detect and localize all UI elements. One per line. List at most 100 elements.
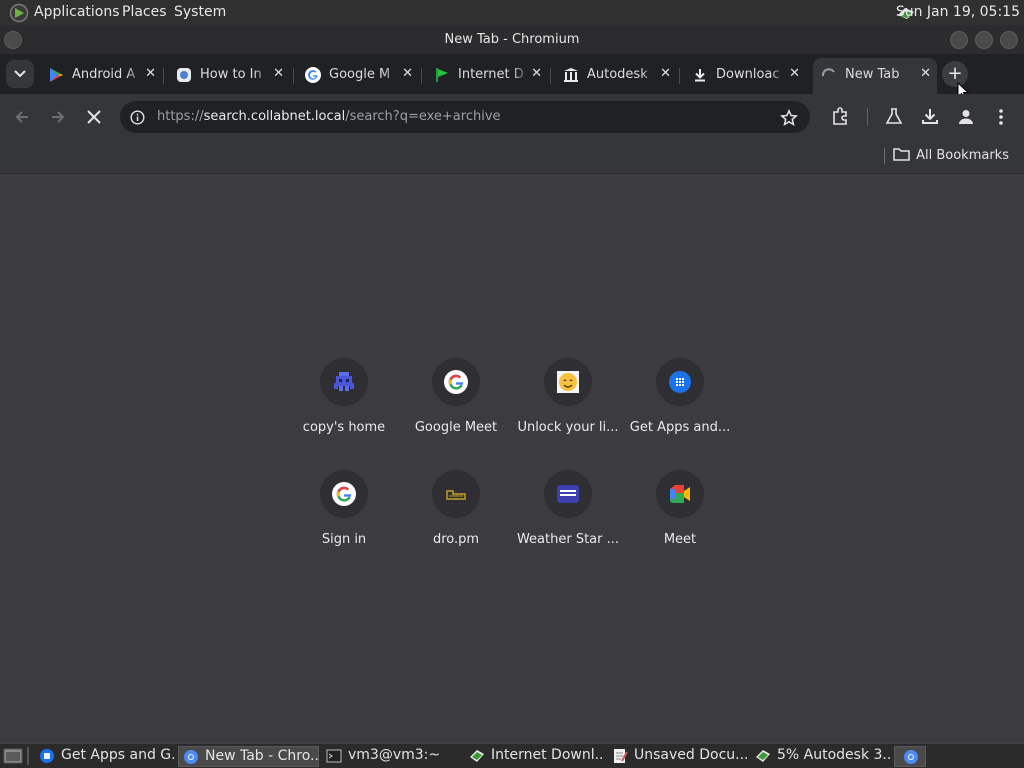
new-tab-page: copy's home Google Meet Unlock your li..… — [0, 175, 1024, 743]
forward-arrow-icon[interactable] — [49, 108, 67, 126]
text-editor-icon — [614, 749, 628, 763]
site-icon — [177, 68, 191, 82]
pixel-invader-icon — [334, 372, 354, 391]
tab-label: Internet D — [458, 67, 524, 82]
download-icon — [695, 69, 705, 82]
shortcut-icon-circle — [544, 470, 592, 518]
shortcut-tile[interactable]: Weather Star ... — [517, 460, 619, 560]
stop-loading-icon[interactable] — [85, 108, 103, 126]
window-titlebar[interactable]: New Tab - Chromium — [0, 25, 1024, 54]
tab-divider — [163, 68, 164, 84]
tab-internet-download[interactable]: Internet D ✕ — [426, 60, 548, 90]
shortcut-label: Meet — [663, 532, 697, 547]
taskbar-item-label: Internet Downl... — [491, 747, 605, 763]
shortcut-label: Weather Star ... — [516, 532, 620, 547]
shortcut-tile[interactable]: dro.pm — [408, 460, 504, 560]
site-info-icon[interactable] — [130, 110, 145, 125]
shortcut-tile[interactable]: Meet — [632, 460, 728, 560]
menu-system[interactable]: System — [174, 4, 226, 20]
tab-close-icon[interactable]: ✕ — [789, 66, 800, 81]
taskbar-item-text-editor[interactable]: Unsaved Docu... — [608, 746, 748, 767]
top-panel: Applications Places System Sun Jan 19, 0… — [0, 0, 1024, 25]
distro-logo-icon[interactable] — [9, 3, 29, 23]
tab-search-button[interactable] — [6, 60, 34, 88]
downloads-icon[interactable] — [921, 107, 939, 126]
folder-icon — [893, 148, 910, 161]
shortcut-label: dro.pm — [432, 532, 480, 547]
tab-label: Downloac — [716, 67, 780, 82]
apps-icon — [40, 749, 54, 763]
show-desktop-icon[interactable] — [3, 747, 23, 765]
back-arrow-icon[interactable] — [13, 108, 31, 126]
tab-close-icon[interactable]: ✕ — [145, 66, 156, 81]
bookmarks-divider — [884, 148, 885, 164]
tab-download[interactable]: Downloac ✕ — [684, 60, 806, 90]
emoji-face-icon — [557, 371, 579, 393]
url-host: search.collabnet.local — [203, 109, 346, 124]
taskbar: Get Apps and G... New Tab - Chro... vm3@… — [0, 743, 1024, 768]
tab-divider — [293, 68, 294, 84]
shortcut-tile[interactable]: copy's home — [296, 348, 392, 448]
shortcut-icon-circle — [320, 358, 368, 406]
workspace-switcher[interactable] — [894, 746, 926, 767]
bookmarks-bar: All Bookmarks — [0, 140, 1024, 174]
labs-flask-icon[interactable] — [885, 107, 903, 126]
all-bookmarks-label: All Bookmarks — [916, 148, 1009, 163]
tab-strip: Android A ✕ How to In ✕ Google M ✕ Inter… — [0, 54, 1024, 100]
menu-places[interactable]: Places — [122, 4, 167, 20]
google-icon — [332, 482, 356, 506]
google-icon — [444, 370, 468, 394]
taskbar-item-autodesk-download[interactable]: 5% Autodesk 3... — [751, 746, 891, 767]
window-title: New Tab - Chromium — [444, 32, 580, 47]
clock[interactable]: Sun Jan 19, 05:15 — [896, 4, 1020, 20]
shortcut-label: Google Meet — [414, 420, 498, 435]
chromium-icon — [184, 750, 198, 764]
extensions-icon[interactable] — [831, 107, 850, 126]
tab-google-meet[interactable]: Google M ✕ — [297, 60, 419, 90]
shortcut-icon-circle — [656, 358, 704, 406]
apps-grid-icon — [669, 371, 691, 393]
all-bookmarks-button[interactable]: All Bookmarks — [893, 147, 1009, 163]
idm-icon — [470, 750, 484, 762]
address-bar[interactable]: https://search.collabnet.local/search?q=… — [120, 101, 810, 133]
taskbar-item-new-tab[interactable]: New Tab - Chro... — [178, 746, 319, 767]
taskbar-item-label: Get Apps and G... — [61, 747, 175, 763]
taskbar-handle — [27, 747, 29, 765]
shortcut-tile[interactable]: Google Meet — [408, 348, 504, 448]
tab-close-icon[interactable]: ✕ — [920, 66, 931, 81]
maximize-button[interactable] — [975, 31, 993, 49]
library-icon — [564, 68, 578, 82]
tab-close-icon[interactable]: ✕ — [273, 66, 284, 81]
taskbar-item-terminal[interactable]: vm3@vm3:~ — [322, 746, 462, 767]
google-play-icon — [50, 68, 63, 82]
close-window-button[interactable] — [1000, 31, 1018, 49]
url-text[interactable]: https://search.collabnet.local/search?q=… — [157, 109, 501, 124]
minimize-button[interactable] — [950, 31, 968, 49]
idm-icon — [756, 750, 770, 762]
tab-how-to[interactable]: How to In ✕ — [168, 60, 290, 90]
shortcut-tile[interactable]: Unlock your li... — [517, 348, 619, 448]
profile-avatar-icon[interactable] — [956, 107, 976, 127]
chevron-down-icon — [14, 70, 26, 78]
shortcut-label: Sign in — [321, 532, 367, 547]
shortcut-tile[interactable]: Get Apps and... — [630, 348, 730, 448]
tab-close-icon[interactable]: ✕ — [402, 66, 413, 81]
taskbar-item-internet-download[interactable]: Internet Downl... — [465, 746, 605, 767]
chromium-icon — [904, 750, 918, 764]
shortcut-tile[interactable]: Sign in — [296, 460, 392, 560]
tab-divider — [421, 68, 422, 84]
plus-icon: + — [947, 63, 963, 84]
tab-close-icon[interactable]: ✕ — [660, 66, 671, 81]
bookmark-star-icon[interactable] — [780, 109, 798, 127]
tab-android[interactable]: Android A ✕ — [40, 60, 162, 90]
more-menu-icon[interactable] — [996, 107, 1006, 127]
tab-close-icon[interactable]: ✕ — [531, 66, 542, 81]
menu-applications[interactable]: Applications — [34, 4, 120, 20]
tab-autodesk[interactable]: Autodesk ✕ — [555, 60, 677, 90]
tab-label: How to In — [200, 67, 262, 82]
taskbar-item-get-apps[interactable]: Get Apps and G... — [35, 746, 175, 767]
shortcut-label: Unlock your li... — [517, 420, 619, 435]
tab-new-tab[interactable]: New Tab ✕ — [813, 58, 937, 94]
tab-label: Android A — [72, 67, 136, 82]
taskbar-item-label: 5% Autodesk 3... — [777, 747, 891, 763]
